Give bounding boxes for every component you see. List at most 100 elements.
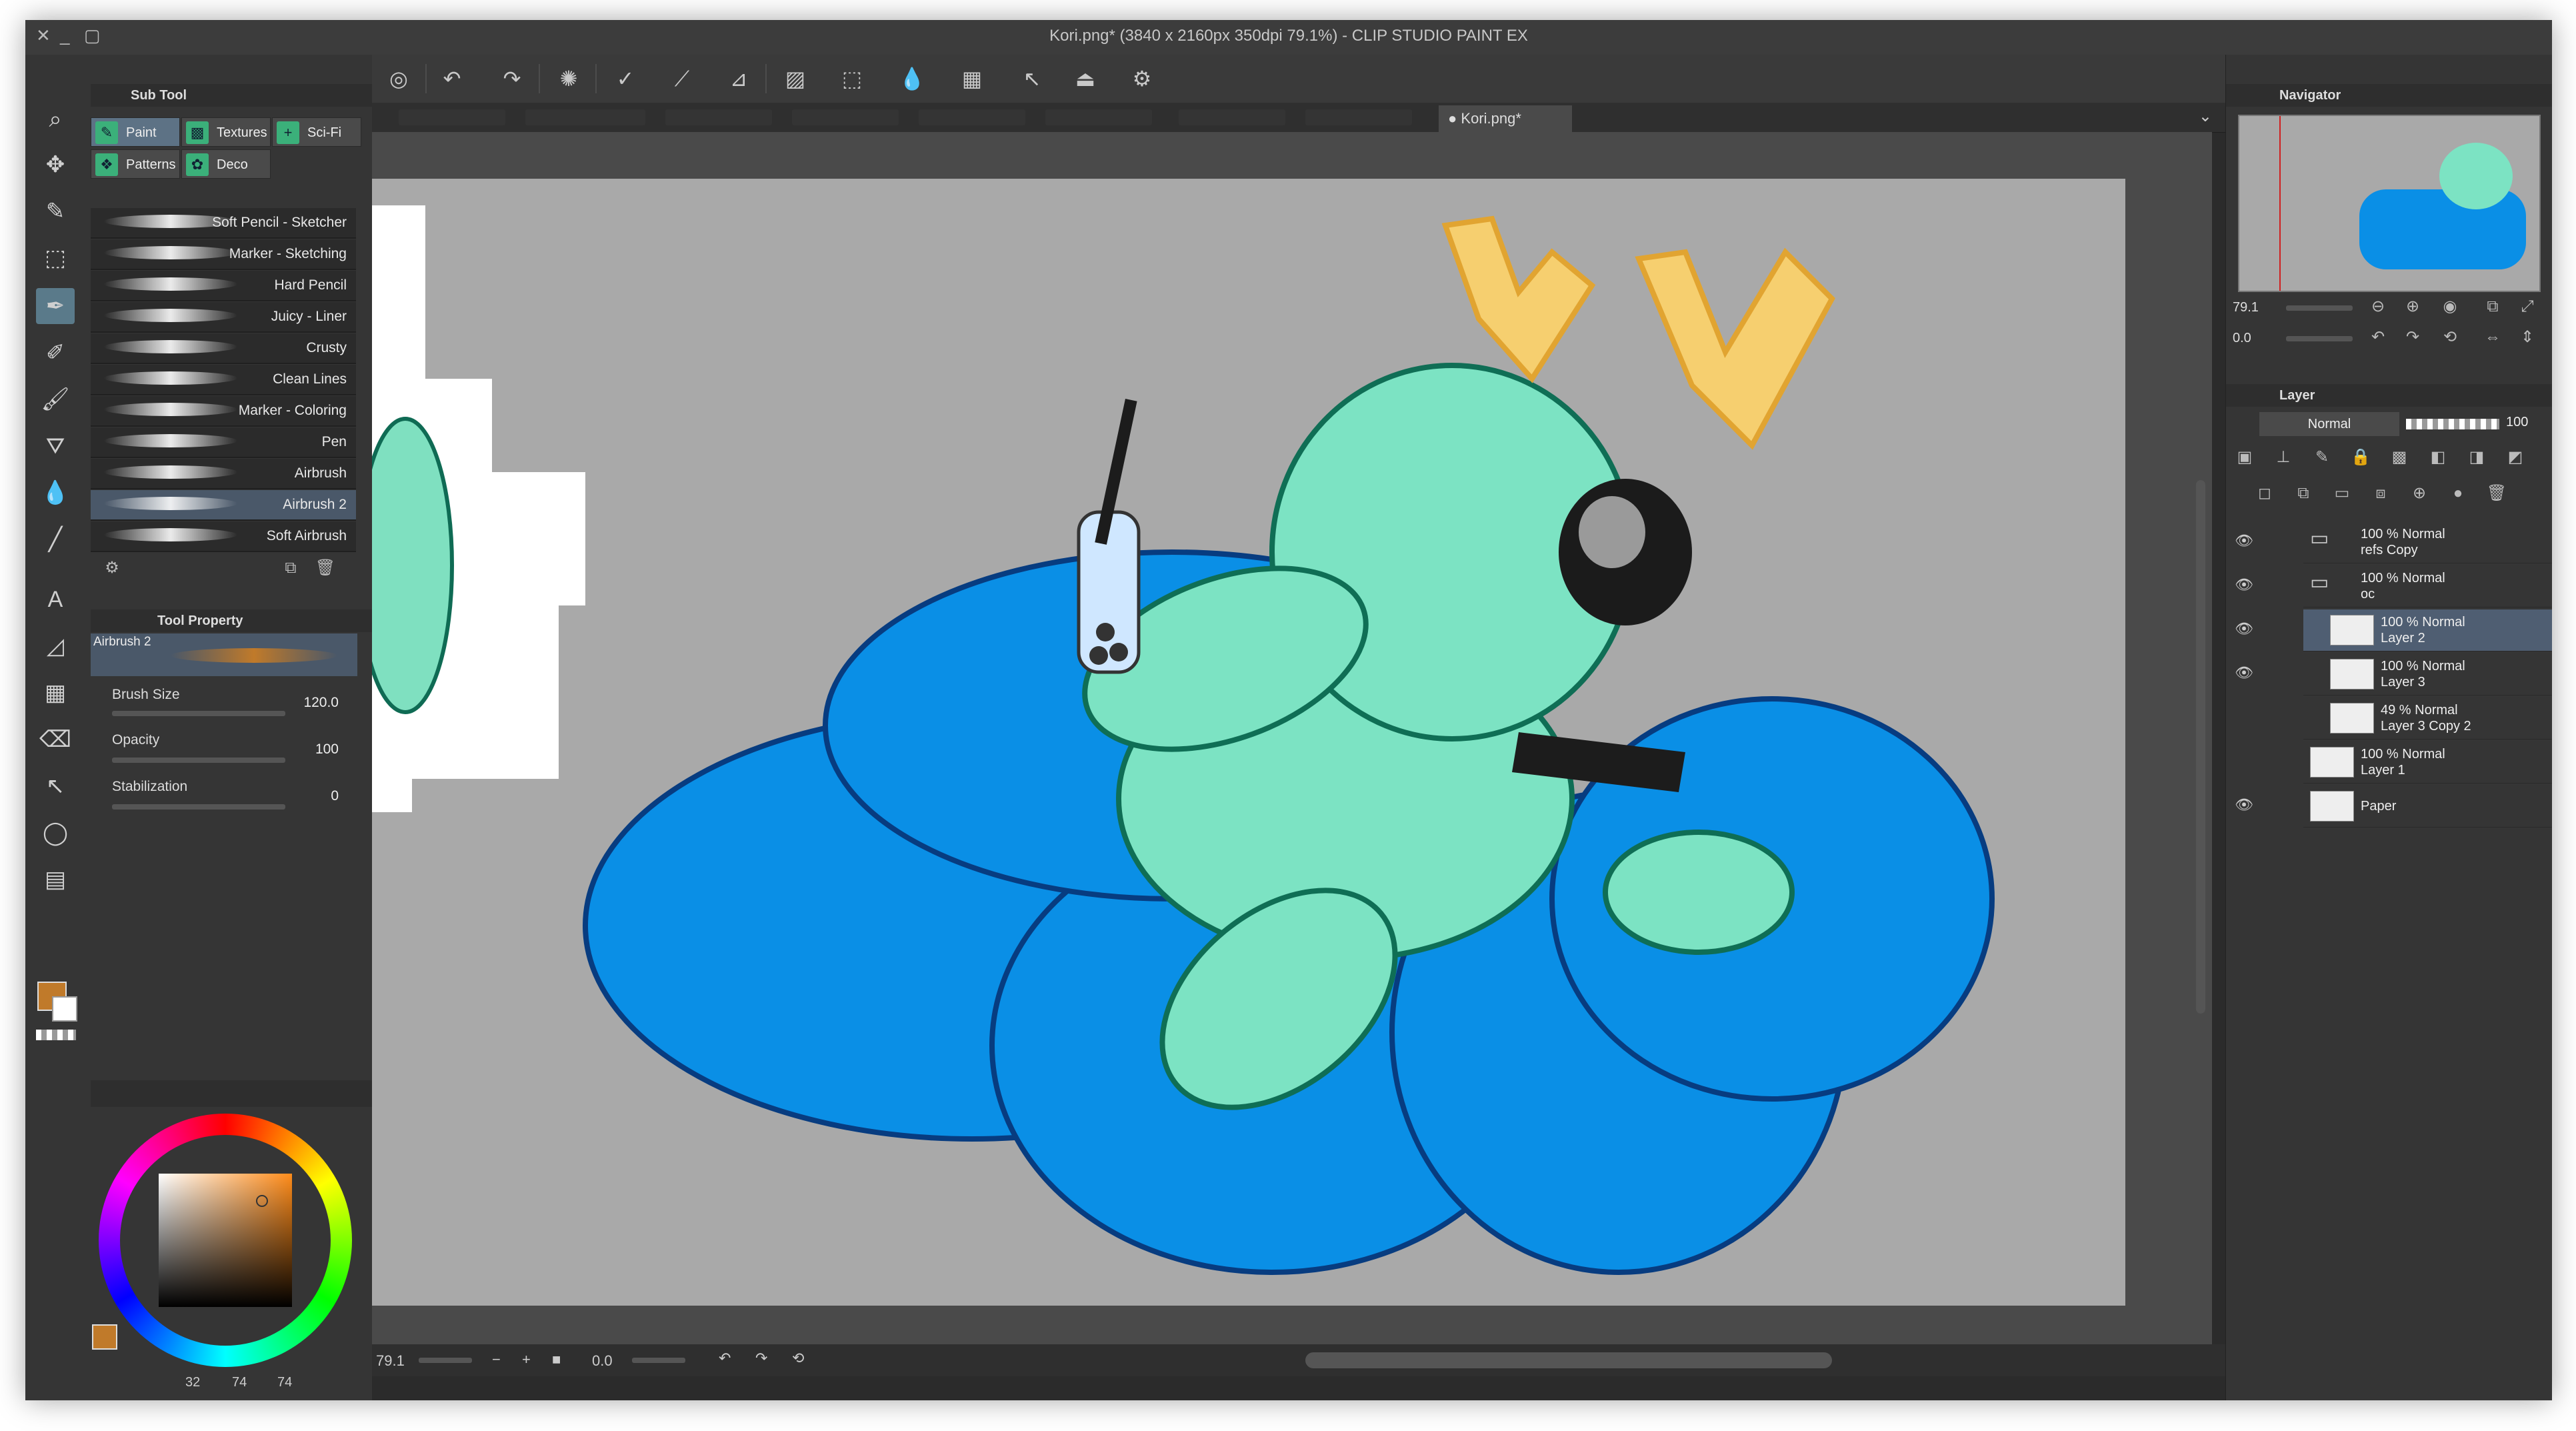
tab-ghost[interactable] [1179, 109, 1285, 125]
actual-size-icon[interactable]: ◉ [2438, 295, 2462, 319]
tab-ghost[interactable] [1305, 109, 1412, 125]
status-zoom[interactable]: 79.1 [376, 1352, 405, 1370]
brush-icon[interactable]: ⟋ [669, 65, 695, 92]
fit-screen-icon[interactable]: ⧉ [2481, 295, 2505, 319]
gear-icon[interactable]: ⚙ [1129, 65, 1155, 92]
rotate-left-icon[interactable]: ↶ [2366, 325, 2390, 349]
brush-item[interactable]: Airbrush [91, 459, 356, 489]
navigator-zoom-slider[interactable] [2286, 305, 2353, 311]
status-rotation-slider[interactable] [632, 1358, 685, 1363]
opacity-slider[interactable] [112, 758, 285, 763]
layer-row[interactable]: ▭ 100 % Normal refs Copy [2303, 521, 2552, 563]
fit-window-icon[interactable]: ⤢ [2515, 295, 2539, 319]
brush-item[interactable]: Marker - Sketching [91, 239, 356, 270]
stabilization-value[interactable]: 0 [279, 788, 339, 804]
reset-rotation-icon[interactable]: ⟲ [2438, 325, 2462, 349]
brush-item[interactable]: Hard Pencil [91, 271, 356, 301]
color-panel-tabs[interactable] [91, 1080, 372, 1107]
fit-icon[interactable]: ■ [552, 1351, 561, 1368]
brush-item[interactable]: Juicy - Liner [91, 302, 356, 333]
tab-ghost[interactable] [792, 109, 899, 125]
eye-icon[interactable]: 👁 [2234, 532, 2254, 552]
vertical-scrollbar[interactable] [2196, 480, 2205, 1014]
color-picker-marker[interactable] [256, 1195, 268, 1207]
brush-item[interactable]: Soft Pencil - Sketcher [91, 208, 356, 239]
airbrush-tool-icon[interactable]: ✐ [36, 335, 75, 371]
line-tool-icon[interactable]: ╱ [36, 521, 75, 557]
brush-tool-icon[interactable]: 🖌 [36, 381, 75, 417]
layer-row[interactable]: 100 % Normal Layer 3 [2303, 653, 2552, 695]
eye-icon[interactable]: 👁 [2234, 620, 2254, 640]
frame-tool-icon[interactable]: ▤ [36, 862, 75, 898]
brush-item[interactable]: Soft Airbrush [91, 521, 356, 552]
pen-check-icon[interactable]: ✓ [612, 65, 639, 92]
stabilization-slider[interactable] [112, 804, 285, 810]
eye-icon[interactable]: 👁 [2234, 664, 2254, 684]
sub-color-swatch[interactable] [52, 996, 77, 1022]
group-deco-button[interactable]: ✿ Deco [181, 149, 271, 179]
stamp-icon[interactable]: ⏏ [1072, 65, 1099, 92]
new-layer-icon[interactable]: ▣ [2233, 445, 2257, 469]
lock-icon[interactable]: 🔒 [2349, 445, 2373, 469]
blend-mode-select[interactable]: Normal [2259, 412, 2399, 436]
pen-tool-icon[interactable]: ✒ [36, 288, 75, 324]
zoom-out-icon[interactable]: ⊖ [2366, 295, 2390, 319]
canvas-paper[interactable] [372, 179, 2125, 1306]
layer-opacity-slider[interactable] [2406, 419, 2499, 429]
brush-item[interactable]: Pen [91, 427, 356, 458]
color-icon[interactable]: ◩ [2503, 445, 2527, 469]
transform-icon[interactable]: ⬚ [839, 65, 865, 92]
opacity-value[interactable]: 100 [279, 742, 339, 758]
pen-icon[interactable]: ✎ [2310, 445, 2334, 469]
brush-item[interactable]: Clean Lines [91, 365, 356, 395]
tab-ghost[interactable] [919, 109, 1025, 125]
gradient-tool-icon[interactable]: ▦ [36, 675, 75, 711]
eye-icon[interactable]: 👁 [2234, 576, 2254, 596]
brush-item[interactable]: Marker - Coloring [91, 396, 356, 427]
clip-icon[interactable]: ◧ [2426, 445, 2450, 469]
new-raster-icon[interactable]: ◻ [2253, 481, 2277, 505]
layer-row[interactable]: ▭ 100 % Normal oc [2303, 565, 2552, 607]
balloon-tool-icon[interactable]: ◯ [36, 815, 75, 851]
status-rotation[interactable]: 0.0 [592, 1352, 613, 1370]
layer-row[interactable]: 49 % Normal Layer 3 Copy 2 [2303, 697, 2552, 740]
selection-tool-icon[interactable]: ⬚ [36, 240, 75, 276]
group-paint-button[interactable]: ✎ Paint [91, 117, 180, 147]
layer-opacity-value[interactable]: 100 [2506, 415, 2528, 430]
navigator-rotation[interactable]: 0.0 [2233, 331, 2251, 346]
layer-row[interactable]: 100 % Normal Layer 2 [2303, 609, 2552, 651]
zoom-in-icon[interactable]: ⊕ [2401, 295, 2425, 319]
reference-icon[interactable]: ◨ [2465, 445, 2489, 469]
rotate-right-icon[interactable]: ↷ [2401, 325, 2425, 349]
zoom-in-icon[interactable]: + [522, 1351, 531, 1368]
grid-icon[interactable]: ▦ [959, 65, 985, 92]
merge-icon[interactable]: ⊕ [2407, 481, 2431, 505]
rotate-left-icon[interactable]: ↶ [719, 1350, 731, 1367]
group-textures-button[interactable]: ▩ Textures [181, 117, 271, 147]
chevron-down-icon[interactable]: ⌄ [2199, 107, 2212, 126]
brush-size-slider[interactable] [112, 711, 285, 716]
navigator-rotation-slider[interactable] [2286, 336, 2353, 341]
new-folder-icon[interactable]: ▭ [2330, 481, 2354, 505]
lasso-icon[interactable]: ◎ [385, 65, 412, 92]
delete-subtool-icon[interactable]: 🗑 [313, 556, 337, 580]
brush-size-value[interactable]: 120.0 [279, 695, 339, 711]
blend-tool-icon[interactable]: 💧 [36, 475, 75, 511]
status-zoom-slider[interactable] [419, 1358, 472, 1363]
color-sv-square[interactable] [159, 1174, 292, 1307]
layer-row[interactable]: Paper [2303, 786, 2552, 828]
rotate-right-icon[interactable]: ↷ [755, 1350, 767, 1367]
eye-icon[interactable] [2234, 708, 2254, 728]
text-tool-icon[interactable]: A [36, 581, 75, 617]
transparent-color-swatch[interactable] [36, 1030, 76, 1040]
brush-item[interactable]: Airbrush 2 [91, 490, 356, 521]
diagonal-fill-icon[interactable]: ▨ [782, 65, 809, 92]
navigator-zoom[interactable]: 79.1 [2233, 300, 2259, 315]
panel-main-color[interactable] [92, 1324, 117, 1350]
copy-layer-icon[interactable]: ⧈ [2369, 481, 2393, 505]
group-scifi-button[interactable]: + Sci-Fi [272, 117, 361, 147]
pointer-icon[interactable]: ↖ [1019, 65, 1045, 92]
zoom-tool-icon[interactable]: ⌕ [36, 101, 75, 137]
eye-icon[interactable]: 👁 [2234, 796, 2254, 816]
redo-icon[interactable]: ↷ [499, 65, 525, 92]
